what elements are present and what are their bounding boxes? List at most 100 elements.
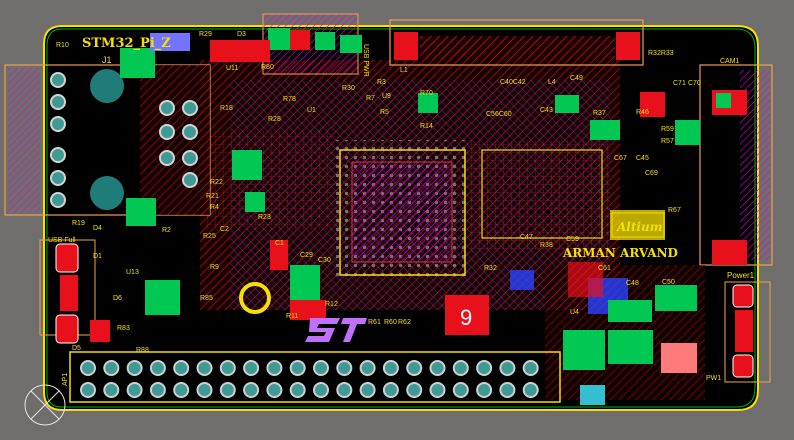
- altium-logo-text: Altium: [616, 220, 662, 234]
- label-r14: R14: [420, 123, 433, 130]
- header-pin: [359, 382, 376, 398]
- label-r83: R83: [117, 325, 130, 332]
- header-pin: [359, 360, 376, 376]
- label-c71: C71: [673, 80, 686, 87]
- power-pad-c50: [655, 285, 697, 311]
- label-r7: R7: [366, 95, 375, 102]
- label-ap1: AP1: [62, 373, 69, 386]
- header-pin: [406, 360, 423, 376]
- label-d6: D6: [113, 295, 122, 302]
- label-r85: R85: [200, 295, 213, 302]
- label-c67: C67: [614, 155, 627, 162]
- label-c50: C50: [662, 279, 675, 286]
- header-pin: [429, 382, 446, 398]
- label-c48: C48: [626, 280, 639, 287]
- label-r10: R10: [56, 42, 69, 49]
- label-u13: U13: [126, 269, 139, 276]
- ethernet-magnetics: [140, 65, 210, 215]
- header-pin: [196, 382, 213, 398]
- label-d5: D5: [72, 345, 81, 352]
- header-pin: [336, 360, 353, 376]
- power-pad-green-1: [563, 330, 605, 370]
- header-pin: [382, 382, 399, 398]
- board-author: ARMAN ARVAND: [562, 246, 678, 260]
- cam-connector-pad-left: [394, 32, 418, 60]
- usb-full-pad-bottom: [55, 314, 79, 344]
- label-d1: D1: [93, 253, 102, 260]
- page-number: 9: [460, 305, 472, 330]
- camera-pad-green: [716, 93, 731, 108]
- label-cam: CAM1: [720, 58, 740, 65]
- header-pin: [429, 360, 446, 376]
- header-pin: [289, 360, 306, 376]
- label-d3: D3: [237, 31, 246, 38]
- label-r23: R23: [258, 214, 271, 221]
- label-c47: C47: [520, 234, 533, 241]
- cam-connector-pins: [420, 36, 615, 60]
- label-r67: R67: [668, 207, 681, 214]
- header-pin: [336, 382, 353, 398]
- header-pin: [243, 360, 260, 376]
- header-pin: [522, 382, 539, 398]
- mount-hole-j1-bottom: [90, 176, 124, 210]
- label-j1: J1: [102, 55, 112, 65]
- label-r29: R29: [199, 31, 212, 38]
- header-pin: [476, 382, 493, 398]
- label-l4: L4: [548, 79, 556, 86]
- header-pin: [266, 360, 283, 376]
- label-l1-small: L1: [400, 67, 408, 74]
- label-c49: C49: [570, 75, 583, 82]
- label-u4: U4: [570, 309, 579, 316]
- label-c29: C29: [300, 252, 313, 259]
- label-c59: C59: [566, 236, 579, 243]
- header-pin: [243, 382, 260, 398]
- label-c2: C2: [220, 226, 229, 233]
- header-pin: [103, 382, 120, 398]
- label-c1: C1: [275, 240, 284, 247]
- label-c30: C30: [318, 257, 331, 264]
- header-pin: [126, 360, 143, 376]
- usb-pwr-pad-right: [290, 30, 310, 50]
- header-pin: [522, 360, 539, 376]
- label-r5: R5: [380, 109, 389, 116]
- header-pin: [499, 360, 516, 376]
- power-pad-c48: [608, 300, 652, 322]
- label-r70: R70: [420, 90, 433, 97]
- label-c40c42: C40C42: [500, 79, 526, 86]
- label-r32r33: R32R33: [648, 50, 674, 57]
- label-r21: R21: [206, 193, 219, 200]
- header-pin: [219, 382, 236, 398]
- mcu-chip-body: [351, 161, 453, 263]
- pcb-layout-canvas[interactable]: Altium 9 STM32_Pi_Z ARMAN ARVAND R10 J1 …: [0, 0, 794, 440]
- label-r32: R32: [484, 265, 497, 272]
- power-pad-green-2: [608, 330, 653, 364]
- power-pad-inductor: [661, 343, 697, 373]
- label-r2: R2: [162, 227, 171, 234]
- label-c45: C45: [636, 155, 649, 162]
- label-c61: C61: [598, 265, 611, 272]
- label-u9: U9: [382, 93, 391, 100]
- label-r46: R46: [636, 109, 649, 116]
- label-r37: R37: [593, 110, 606, 117]
- label-r59: R59: [661, 126, 674, 133]
- label-r61: R61: [368, 319, 381, 326]
- label-r18: R18: [220, 105, 233, 112]
- label-u1: U1: [307, 107, 316, 114]
- label-r78: R78: [283, 96, 296, 103]
- ethernet-connector-hatch: [8, 68, 40, 213]
- header-pin: [173, 360, 190, 376]
- mount-hole-j1-top: [90, 69, 124, 103]
- label-r11: R11: [286, 313, 298, 320]
- label-u11: U11: [226, 65, 238, 72]
- label-r25: R25: [203, 233, 216, 240]
- routing-grid-right: [470, 140, 610, 250]
- header-pin: [476, 360, 493, 376]
- header-pin: [499, 382, 516, 398]
- label-r4: R4: [210, 204, 219, 211]
- label-usb-pwr: USB PWR: [362, 44, 369, 77]
- label-c56c60: C56C60: [486, 111, 512, 118]
- power-pad-mid: [735, 310, 753, 352]
- camera-pad-bottom: [712, 240, 747, 265]
- header-pin: [266, 382, 283, 398]
- header-pin: [80, 382, 96, 398]
